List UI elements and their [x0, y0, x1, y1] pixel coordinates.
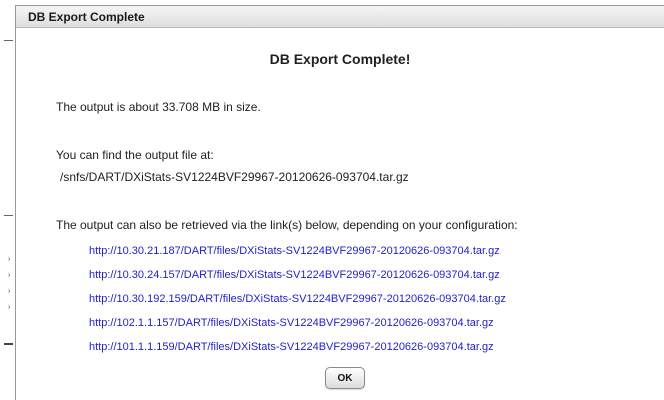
- output-location-label: You can find the output file at:: [56, 148, 214, 162]
- download-link[interactable]: http://10.30.192.159/DART/files/DXiStats…: [89, 293, 506, 305]
- dialog-heading: DB Export Complete!: [269, 51, 411, 67]
- background-mark: ›: [8, 272, 11, 279]
- download-link[interactable]: http://101.1.1.159/DART/files/DXiStats-S…: [89, 341, 494, 353]
- list-item: http://10.30.21.187/DART/files/DXiStats-…: [89, 243, 506, 267]
- list-item: http://101.1.1.159/DART/files/DXiStats-S…: [89, 339, 506, 363]
- dialog-title: DB Export Complete: [28, 10, 145, 24]
- background-divider: [4, 343, 13, 345]
- background-page-edge: › › › ›: [0, 0, 14, 400]
- export-complete-dialog: DB Export Complete DB Export Complete! T…: [15, 5, 664, 400]
- list-item: http://10.30.192.159/DART/files/DXiStats…: [89, 291, 506, 315]
- background-mark: ›: [8, 304, 11, 311]
- ok-button[interactable]: OK: [325, 367, 365, 389]
- background-mark: ›: [8, 256, 11, 263]
- output-size-text: The output is about 33.708 MB in size.: [56, 100, 261, 114]
- list-item: http://102.1.1.157/DART/files/DXiStats-S…: [89, 315, 506, 339]
- links-intro-text: The output can also be retrieved via the…: [56, 218, 518, 232]
- download-link-list: http://10.30.21.187/DART/files/DXiStats-…: [89, 243, 506, 363]
- list-item: http://10.30.24.157/DART/files/DXiStats-…: [89, 267, 506, 291]
- download-link[interactable]: http://10.30.24.157/DART/files/DXiStats-…: [89, 269, 500, 281]
- download-link[interactable]: http://102.1.1.157/DART/files/DXiStats-S…: [89, 317, 494, 329]
- background-divider: [4, 40, 13, 41]
- download-link[interactable]: http://10.30.21.187/DART/files/DXiStats-…: [89, 245, 500, 257]
- output-file-path: /snfs/DART/DXiStats-SV1224BVF29967-20120…: [60, 170, 409, 184]
- dialog-titlebar[interactable]: DB Export Complete: [16, 6, 664, 28]
- background-divider: [4, 215, 13, 216]
- background-mark: ›: [8, 288, 11, 295]
